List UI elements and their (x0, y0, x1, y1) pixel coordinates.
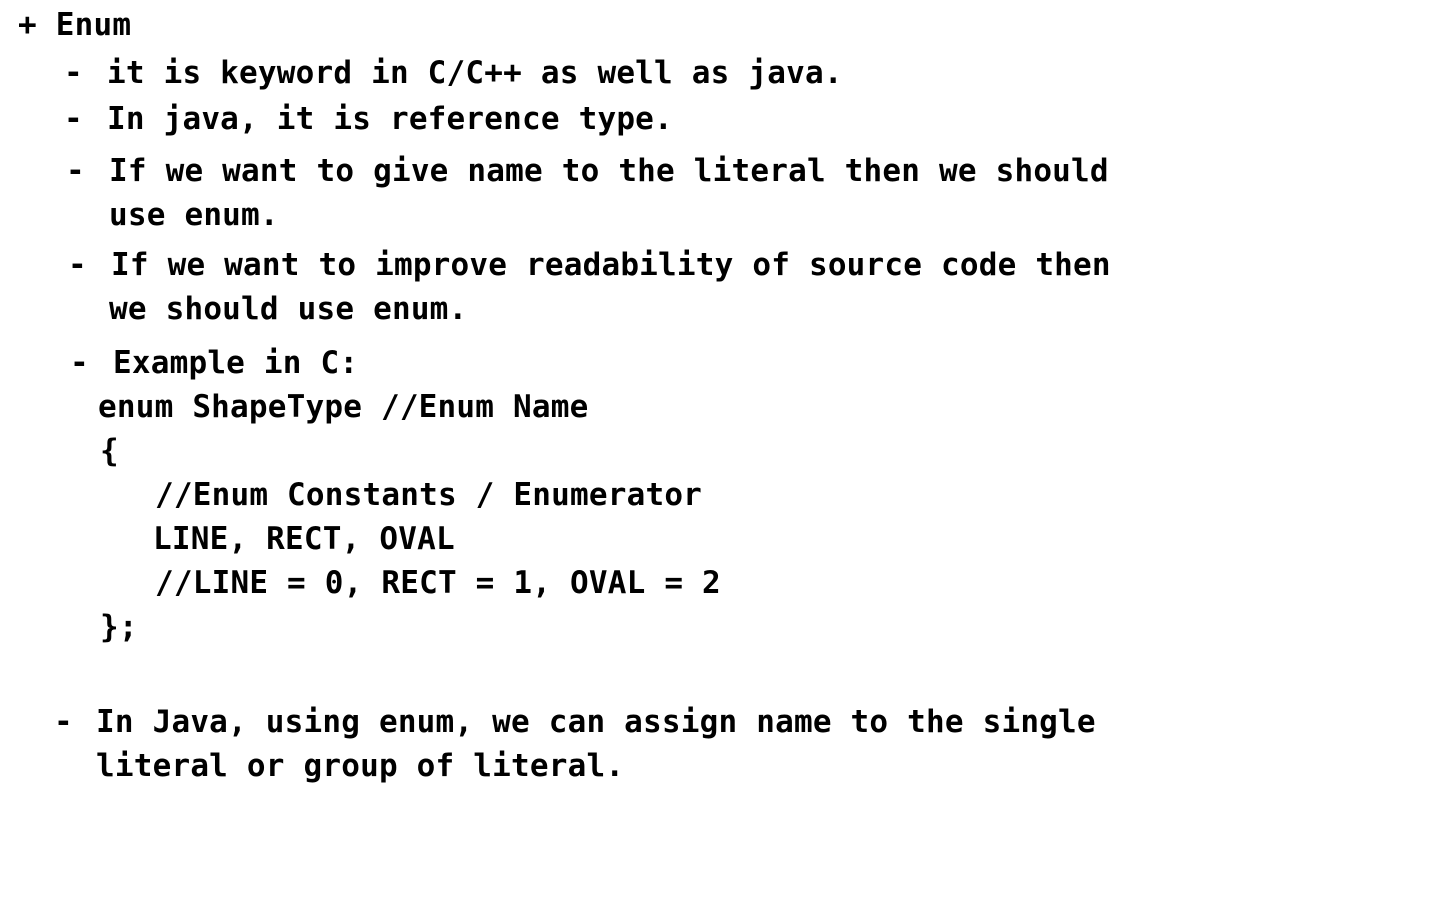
bullet-marker: - (66, 153, 85, 189)
bullet-text: In java, it is reference type. (107, 101, 673, 137)
bullet-marker: - (54, 704, 73, 740)
code-line: { (100, 433, 119, 469)
section-heading: + Enum (18, 7, 132, 43)
bullet-text: In Java, using enum, we can assign name … (96, 704, 1096, 740)
bullet-marker: - (70, 345, 89, 381)
code-line: enum ShapeType //Enum Name (98, 389, 589, 425)
bullet-marker: - (64, 55, 83, 91)
code-line: //Enum Constants / Enumerator (155, 477, 703, 513)
bullet-text-continuation: use enum. (109, 197, 279, 233)
bullet-text: If we want to improve readability of sou… (111, 247, 1111, 283)
code-line: LINE, RECT, OVAL (153, 521, 455, 557)
bullet-marker: - (64, 101, 83, 137)
bullet-text-continuation: literal or group of literal. (96, 748, 625, 784)
bullet-text: Example in C: (113, 345, 359, 381)
bullet-text: If we want to give name to the literal t… (109, 153, 1109, 189)
code-line: }; (100, 609, 138, 645)
bullet-text-continuation: we should use enum. (109, 291, 468, 327)
bullet-marker: - (68, 247, 87, 283)
bullet-text: it is keyword in C/C++ as well as java. (107, 55, 843, 91)
code-line: //LINE = 0, RECT = 1, OVAL = 2 (155, 565, 721, 601)
